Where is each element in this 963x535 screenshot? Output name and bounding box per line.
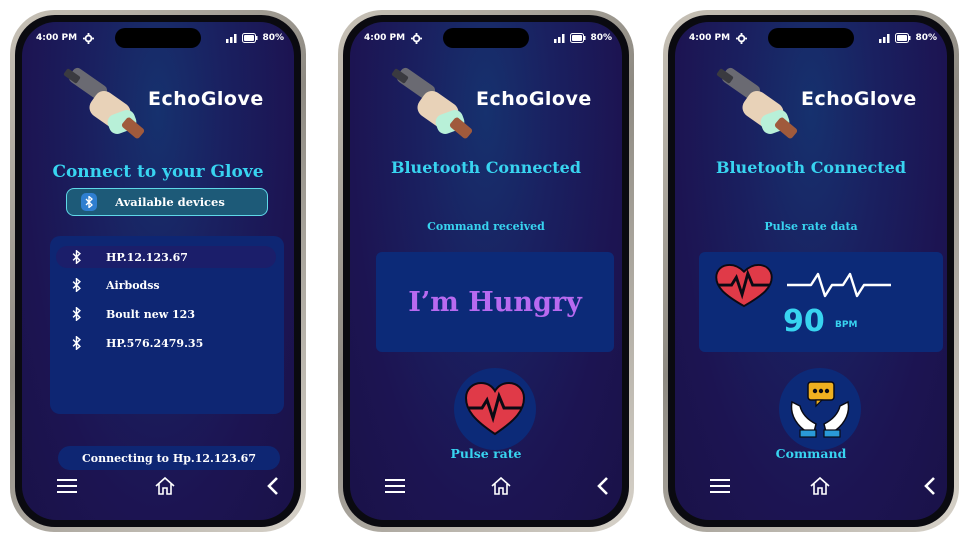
logo-icon (391, 67, 473, 139)
battery-icon (570, 33, 586, 43)
phone-connect: 4:00 PM 80% EchoGlove Connect to your Gl… (10, 10, 306, 532)
signal-icon (879, 34, 890, 43)
home-icon[interactable] (486, 474, 516, 498)
device-name: Boult new 123 (106, 307, 195, 321)
heart-pulse-icon (464, 382, 526, 436)
pulse-rate-label: Pulse rate (450, 446, 522, 461)
battery-level: 80% (262, 33, 284, 43)
phone-command: 4:00 PM 80% EchoGlove Bluetooth Connecte… (338, 10, 634, 532)
bpm-unit: BPM (835, 320, 858, 330)
connection-title: Bluetooth Connected (715, 158, 907, 177)
logo-icon (716, 67, 798, 139)
device-name: HP.12.123.67 (106, 250, 188, 264)
status-time: 4:00 PM (364, 33, 406, 43)
pulse-rate-button[interactable] (454, 368, 536, 450)
battery-level: 80% (590, 33, 612, 43)
home-icon[interactable] (150, 474, 180, 498)
battery-icon (895, 33, 911, 43)
bpm-value: 90 (783, 304, 825, 339)
bottom-nav (350, 474, 622, 498)
command-screen: 4:00 PM 80% EchoGlove Bluetooth Connecte… (350, 22, 622, 520)
bluetooth-icon (68, 250, 84, 264)
list-item[interactable]: Boult new 123 (56, 303, 276, 325)
bottom-nav (675, 474, 947, 498)
pulse-subtitle: Pulse rate data (764, 220, 858, 233)
device-name: HP.576.2479.35 (106, 336, 204, 350)
battery-level: 80% (915, 33, 937, 43)
status-bar: 4:00 PM 80% (36, 30, 284, 46)
command-card: I’m Hungry (376, 252, 614, 352)
available-devices-button[interactable]: Available devices (66, 188, 268, 216)
bluetooth-icon (68, 336, 84, 350)
heartbeat-line-icon (787, 272, 891, 298)
bluetooth-icon (81, 193, 97, 211)
bottom-nav (22, 474, 294, 498)
command-subtitle: Command received (427, 220, 545, 233)
status-time: 4:00 PM (689, 33, 731, 43)
list-item[interactable]: HP.12.123.67 (56, 246, 276, 268)
chat-hands-icon (790, 381, 850, 438)
command-button[interactable] (779, 368, 861, 450)
battery-icon (242, 33, 258, 43)
signal-icon (226, 34, 237, 43)
app-name: EchoGlove (801, 88, 917, 110)
status-time: 4:00 PM (36, 33, 78, 43)
connect-screen: 4:00 PM 80% EchoGlove Connect to your Gl… (22, 22, 294, 520)
command-label: Command (775, 446, 847, 461)
available-devices-label: Available devices (115, 195, 225, 209)
list-item[interactable]: Airbodss (56, 274, 276, 296)
command-text: I’m Hungry (408, 286, 582, 318)
back-icon[interactable] (258, 474, 288, 498)
logo-icon (63, 67, 145, 139)
pulse-card: 90 BPM (699, 252, 943, 352)
back-icon[interactable] (588, 474, 618, 498)
phone-pulse: 4:00 PM 80% EchoGlove Bluetooth Connecte… (663, 10, 959, 532)
menu-icon[interactable] (52, 474, 82, 498)
settings-icon (411, 32, 423, 44)
menu-icon[interactable] (705, 474, 735, 498)
settings-icon (736, 32, 748, 44)
signal-icon (554, 34, 565, 43)
bluetooth-icon (68, 307, 84, 321)
settings-icon (83, 32, 95, 44)
back-icon[interactable] (915, 474, 945, 498)
status-bar: 4:00 PM 80% (689, 30, 937, 46)
connect-title: Connect to your Glove (52, 162, 264, 182)
app-name: EchoGlove (476, 88, 592, 110)
app-name: EchoGlove (148, 88, 264, 110)
home-icon[interactable] (805, 474, 835, 498)
connection-title: Bluetooth Connected (390, 158, 582, 177)
status-bar: 4:00 PM 80% (364, 30, 612, 46)
bluetooth-icon (68, 278, 84, 292)
device-list: HP.12.123.67 Airbodss Boult new 123 HP.5… (50, 236, 284, 414)
heart-icon (715, 264, 773, 308)
connecting-status: Connecting to Hp.12.123.67 (58, 446, 280, 470)
device-name: Airbodss (106, 278, 160, 292)
pulse-screen: 4:00 PM 80% EchoGlove Bluetooth Connecte… (675, 22, 947, 520)
menu-icon[interactable] (380, 474, 410, 498)
list-item[interactable]: HP.576.2479.35 (56, 332, 276, 354)
